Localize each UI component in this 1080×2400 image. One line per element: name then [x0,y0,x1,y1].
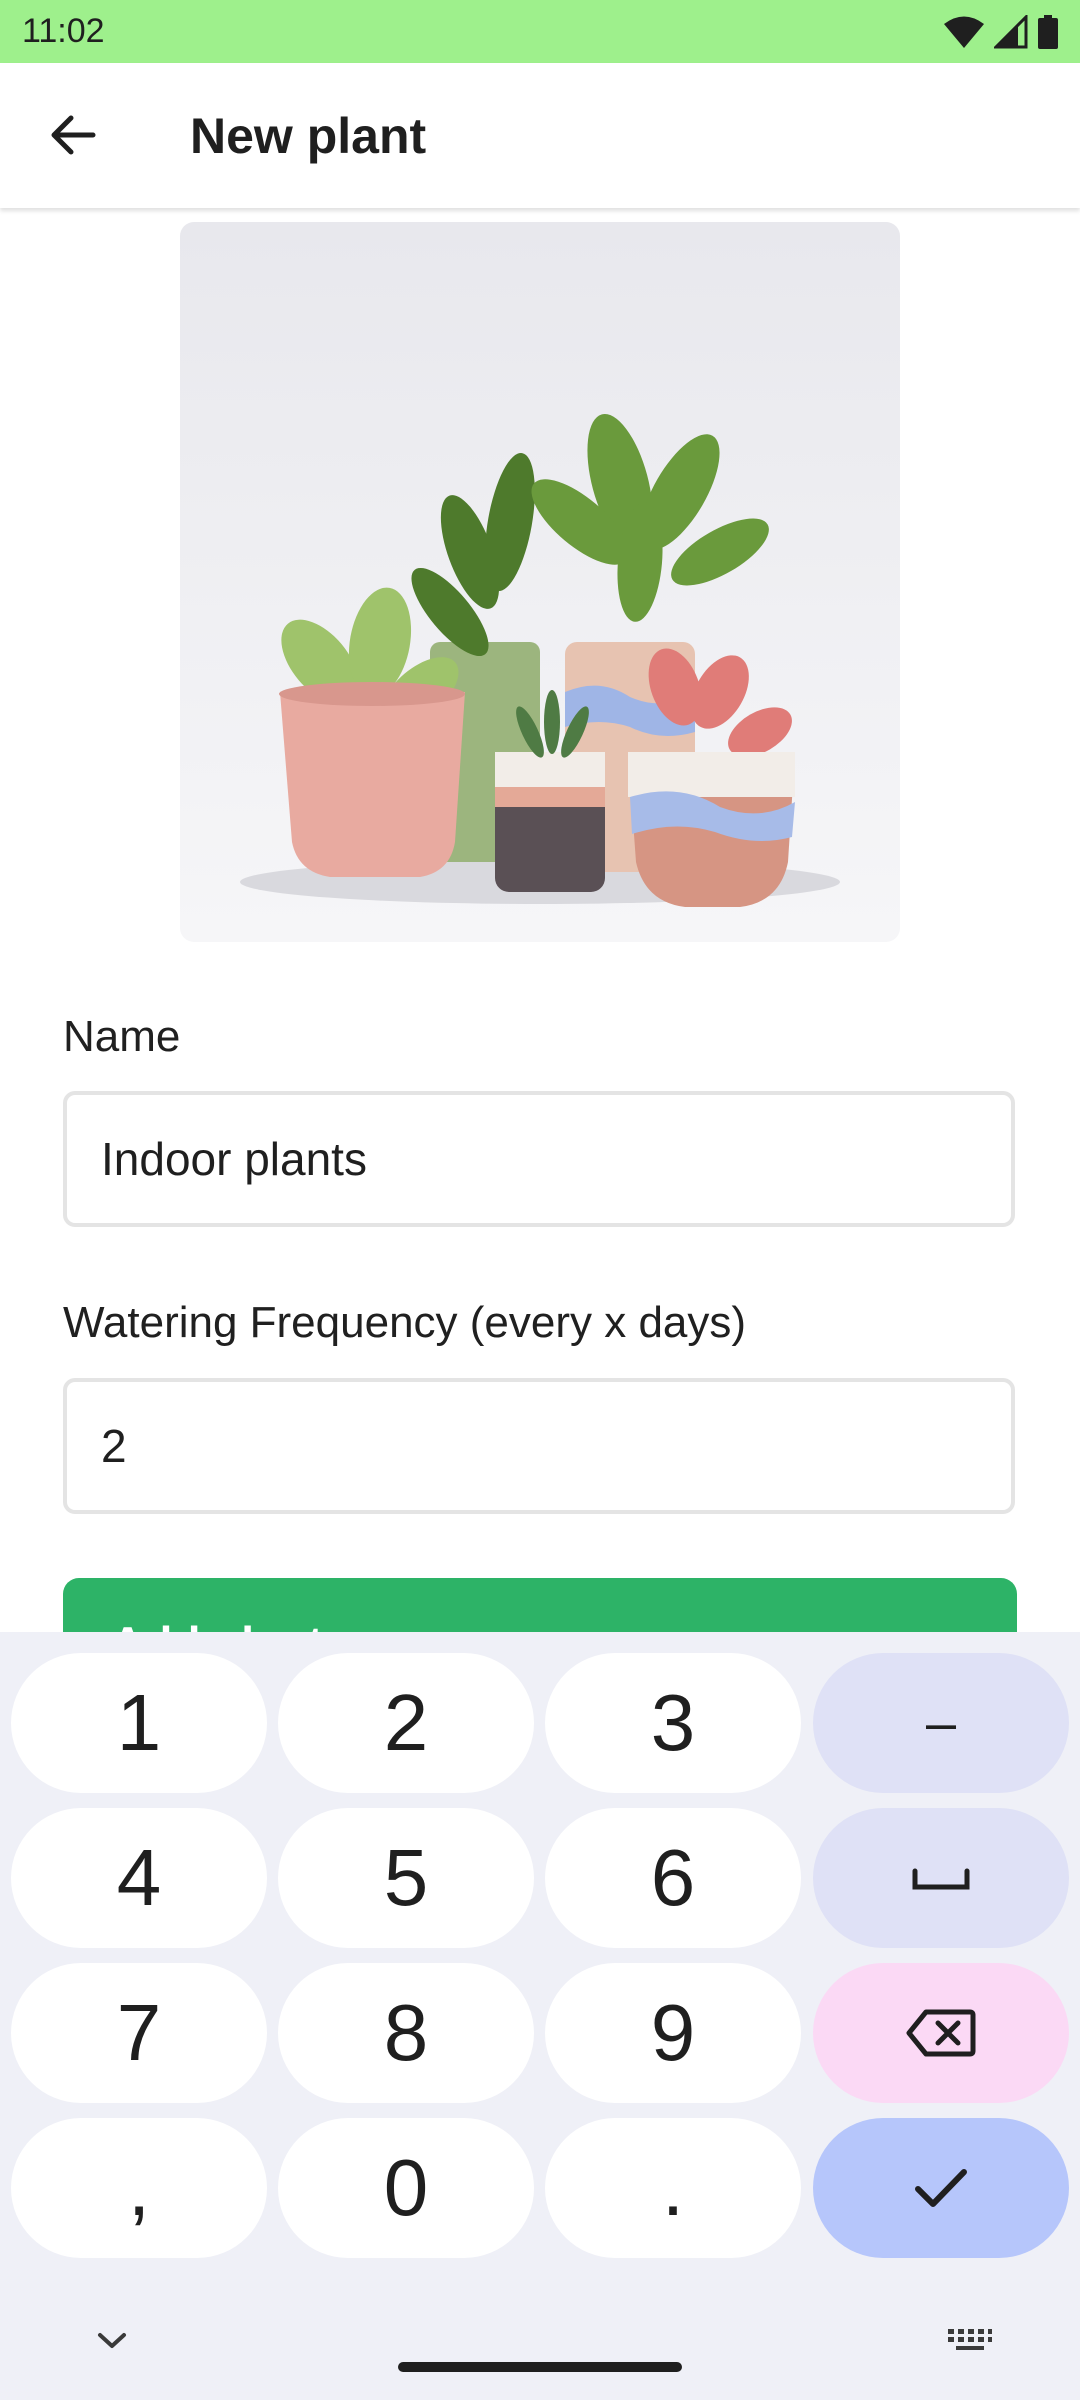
key-8[interactable]: 8 [278,1963,534,2103]
key-1[interactable]: 1 [11,1653,267,1793]
back-button[interactable] [30,99,116,171]
key-6-label: 6 [650,1833,696,1922]
app-bar: New plant [0,63,1080,208]
wifi-icon [944,16,984,48]
key-1-label: 1 [116,1678,162,1767]
key-9-label: 9 [650,1988,696,2077]
checkmark-icon [915,2169,967,2207]
plant-illustration [180,222,900,942]
keyboard-icon [948,2329,992,2350]
key-minus[interactable]: – [813,1653,1069,1793]
plant-photo[interactable] [180,222,900,942]
numeric-keyboard: 1 2 3 – 4 5 6 7 8 9 , 0 . [0,1632,1080,2400]
key-5-label: 5 [383,1833,429,1922]
key-period[interactable]: . [545,2118,801,2258]
key-done[interactable] [813,2118,1069,2258]
key-4[interactable]: 4 [11,1808,267,1948]
key-5[interactable]: 5 [278,1808,534,1948]
status-bar: 11:02 [0,0,1080,63]
key-period-label: . [661,2143,685,2232]
key-4-label: 4 [116,1833,162,1922]
chevron-down-icon [98,2333,126,2348]
watering-frequency-value: 2 [101,1420,127,1472]
status-icons [944,12,1058,52]
space-bar-icon [912,1868,970,1890]
key-2-label: 2 [383,1678,429,1767]
key-space[interactable] [813,1808,1069,1948]
battery-icon [1038,15,1058,49]
status-time: 11:02 [22,12,105,50]
key-comma-label: , [127,2143,151,2232]
name-field[interactable]: Indoor plants [63,1091,1015,1227]
hide-keyboard-button[interactable] [80,2312,144,2368]
key-6[interactable]: 6 [545,1808,801,1948]
name-label: Name [63,1012,181,1061]
watering-frequency-field[interactable]: 2 [63,1378,1015,1514]
name-field-value: Indoor plants [101,1133,367,1185]
watering-frequency-label: Watering Frequency (every x days) [63,1298,747,1347]
switch-keyboard-button[interactable] [930,2312,1010,2368]
key-9[interactable]: 9 [545,1963,801,2103]
arrow-back-icon [51,115,96,155]
key-0[interactable]: 0 [278,2118,534,2258]
key-comma[interactable]: , [11,2118,267,2258]
key-0-label: 0 [383,2143,429,2232]
backspace-icon [906,2009,976,2057]
cellular-signal-icon [994,15,1028,49]
key-7[interactable]: 7 [11,1963,267,2103]
key-8-label: 8 [383,1988,429,2077]
key-3-label: 3 [650,1678,696,1767]
key-minus-label: – [925,1693,957,1753]
page-title: New plant [190,108,427,164]
key-backspace[interactable] [813,1963,1069,2103]
key-7-label: 7 [116,1988,162,2077]
key-2[interactable]: 2 [278,1653,534,1793]
gesture-nav-handle[interactable] [398,2362,682,2372]
key-3[interactable]: 3 [545,1653,801,1793]
